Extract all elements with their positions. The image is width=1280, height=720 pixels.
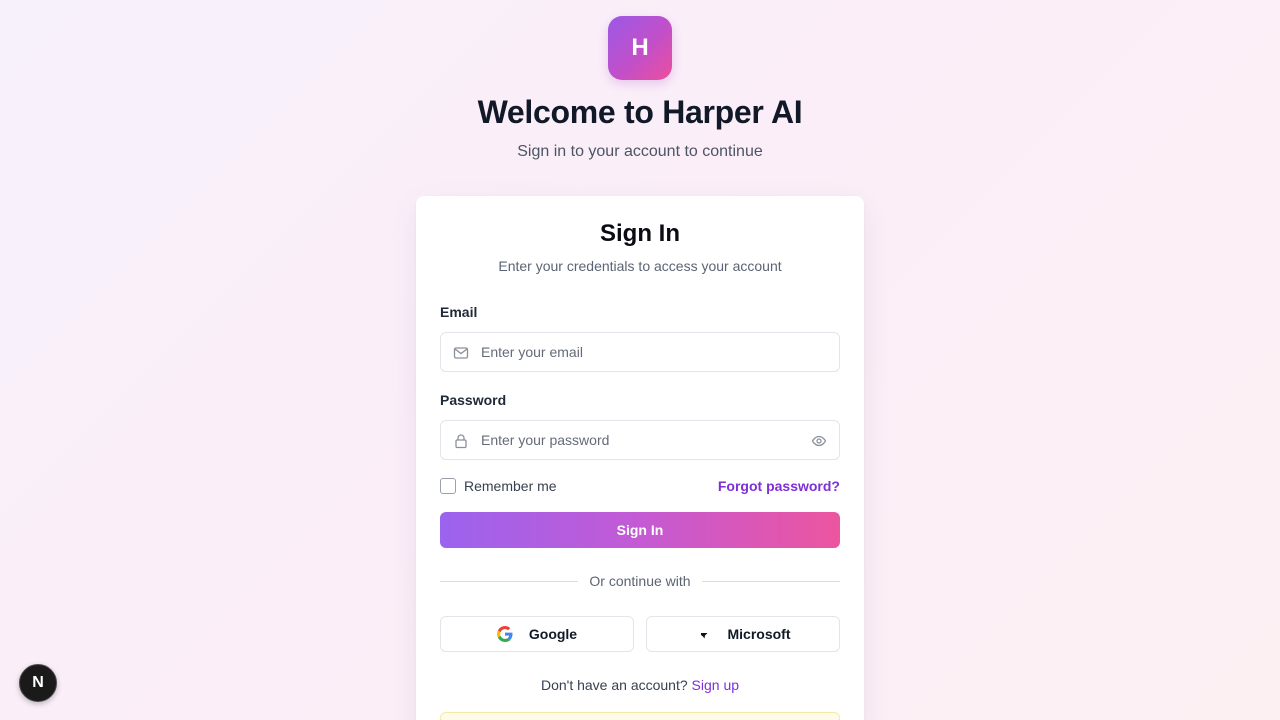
google-label: Google xyxy=(528,626,578,642)
card-title: Sign In xyxy=(600,220,680,247)
notice-banner xyxy=(440,712,840,720)
lock-icon xyxy=(453,433,469,449)
email-input[interactable] xyxy=(481,333,801,371)
mail-icon xyxy=(453,345,469,361)
password-field-wrapper xyxy=(440,420,840,460)
sign-in-button[interactable]: Sign In xyxy=(440,512,840,548)
microsoft-label: Microsoft xyxy=(727,626,791,642)
password-label: Password xyxy=(440,392,507,408)
remember-me-checkbox[interactable] xyxy=(440,478,456,494)
signup-prompt: Don't have an account? xyxy=(540,677,688,693)
google-icon xyxy=(496,626,513,642)
microsoft-sign-in-button[interactable]: Microsoft xyxy=(646,616,840,652)
google-sign-in-button[interactable]: Google xyxy=(440,616,634,652)
signup-link[interactable]: Sign up xyxy=(692,677,739,693)
divider-line-right xyxy=(702,581,840,582)
card-subtitle: Enter your credentials to access your ac… xyxy=(498,258,782,274)
signup-row: Don't have an account? Sign up xyxy=(416,677,864,693)
brand-logo-letter: H xyxy=(631,34,649,61)
microsoft-icon xyxy=(696,626,712,642)
nextjs-icon: N xyxy=(32,674,44,691)
page-title: Welcome to Harper AI xyxy=(477,94,803,130)
eye-icon[interactable] xyxy=(811,433,827,449)
remember-me-label: Remember me xyxy=(464,478,557,494)
page-subtitle: Sign in to your account to continue xyxy=(517,143,763,160)
brand-logo: H xyxy=(608,16,672,80)
email-field-wrapper xyxy=(440,332,840,372)
divider: Or continue with xyxy=(440,573,840,589)
email-label: Email xyxy=(440,304,478,320)
remember-me[interactable]: Remember me xyxy=(440,478,557,494)
sign-in-card: Sign In Enter your credentials to access… xyxy=(416,196,864,720)
password-input[interactable] xyxy=(481,421,801,459)
nextjs-dev-badge[interactable]: N xyxy=(19,664,57,702)
forgot-password-link[interactable]: Forgot password? xyxy=(718,478,840,494)
